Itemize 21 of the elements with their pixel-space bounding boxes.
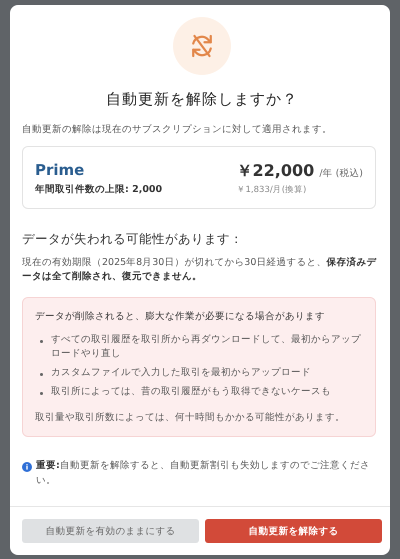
warning-item: 取引所によっては、昔の取引履歴がもう取得できないケースも bbox=[51, 384, 331, 399]
plan-name: Prime bbox=[35, 161, 86, 179]
monthly-price: ￥1,833/月(換算) bbox=[236, 184, 308, 196]
important-note: 重要:自動更新を解除すると、自動更新割引も失効しますのでご注意ください。 bbox=[36, 459, 371, 488]
plan-price: ￥22,000 bbox=[236, 161, 314, 180]
dialog-subtitle: 自動更新の解除は現在のサブスクリプションに対して適用されます。 bbox=[22, 123, 333, 136]
bullet-icon bbox=[40, 392, 43, 395]
warning-item: すべての取引履歴を取引所から再ダウンロードして、最初からアップロードやり直し bbox=[51, 332, 362, 362]
warning-item: カスタムファイルで入力した取引を最初からアップロード bbox=[51, 366, 311, 380]
data-loss-text: 現在の有効期限（2025年8月30日）が切れてから30日経過すると、保存済みデータは全て削除され、復元できません。 bbox=[22, 256, 378, 284]
info-icon bbox=[22, 462, 32, 472]
plan-limit: 年間取引件数の上限: 2,000 bbox=[35, 183, 162, 196]
dialog-title: 自動更新を解除しますか？ bbox=[105, 90, 299, 109]
bullet-icon bbox=[40, 372, 43, 376]
bullet-icon bbox=[40, 340, 43, 342]
keep-renewal-button[interactable]: 自動更新を有効のままにする bbox=[22, 519, 199, 543]
section-heading: データが失われる可能性があります： bbox=[22, 231, 244, 248]
warning-heading: データが削除されると、膨大な作業が必要になる場合があります bbox=[35, 310, 326, 322]
cancel-renewal-button[interactable]: 自動更新を解除する bbox=[205, 519, 382, 543]
price-unit: /年 (税込) bbox=[319, 168, 363, 179]
warning-footer: 取引量や取引所数によっては、何十時間もかかる可能性があります。 bbox=[35, 411, 363, 424]
